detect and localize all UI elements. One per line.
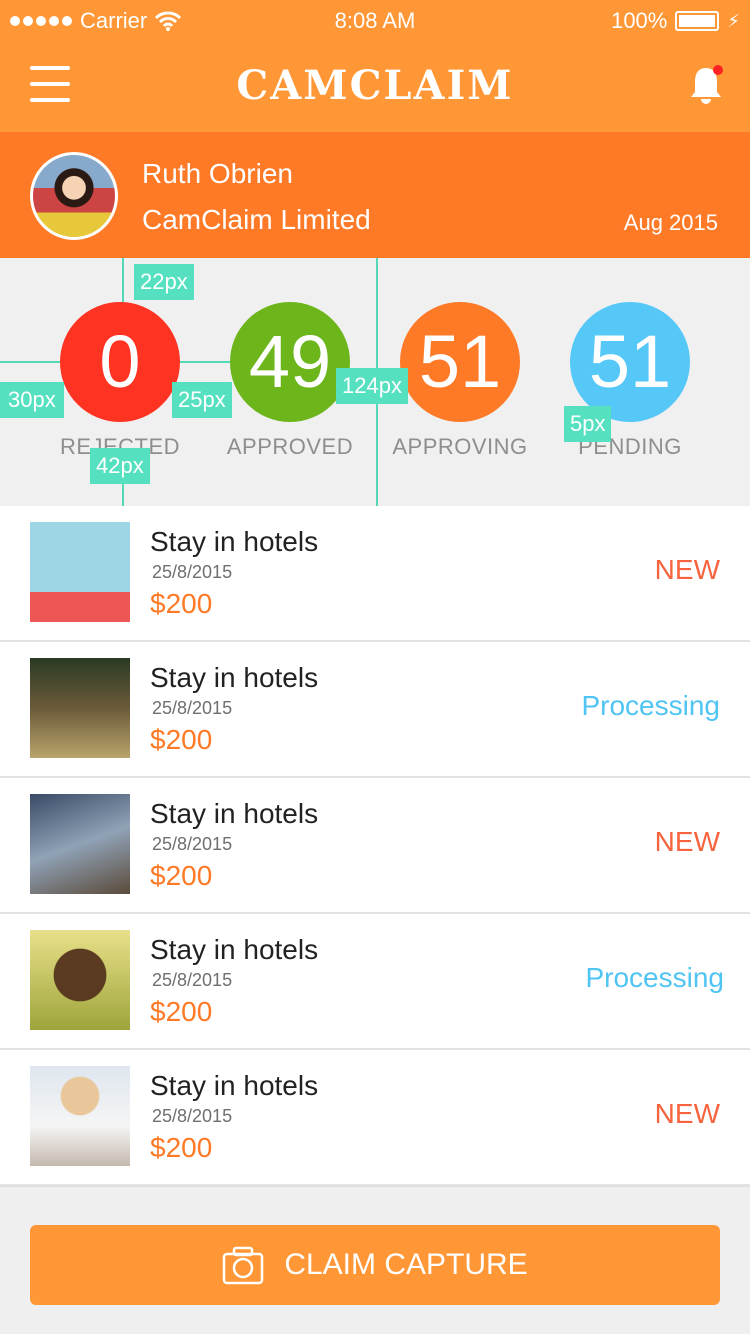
claim-date: 25/8/2015 bbox=[152, 1106, 233, 1126]
claim-title: Stay in hotels bbox=[150, 526, 319, 557]
claim-thumbnail bbox=[30, 1066, 130, 1166]
app-logo: CAMCLAIM bbox=[236, 62, 514, 109]
claim-date: 25/8/2015 bbox=[152, 834, 233, 854]
claim-amount: $200 bbox=[150, 860, 213, 891]
battery-icon bbox=[675, 11, 720, 31]
claim-title: Stay in hotels bbox=[150, 798, 319, 829]
claim-amount: $200 bbox=[150, 1132, 213, 1163]
nav-bar: CAMCLAIM bbox=[0, 40, 750, 132]
claim-status: Processing bbox=[585, 962, 724, 993]
claim-row[interactable]: Stay in hotels 25/8/2015 $200 NEW bbox=[0, 778, 750, 914]
claim-capture-button[interactable]: CLAIM CAPTURE bbox=[30, 1225, 720, 1305]
camera-icon bbox=[223, 1246, 264, 1285]
claim-thumbnail bbox=[30, 794, 130, 894]
claim-title: Stay in hotels bbox=[150, 934, 319, 965]
spec-tag: 5px bbox=[564, 406, 612, 442]
battery-percent: 100% bbox=[611, 8, 668, 33]
claim-row[interactable]: Stay in hotels 25/8/2015 $200 Processing bbox=[0, 642, 750, 778]
claim-status: Processing bbox=[581, 690, 720, 721]
spec-tag: 42px bbox=[90, 448, 150, 484]
spec-tag: 25px bbox=[172, 382, 232, 418]
claim-thumbnail bbox=[30, 658, 130, 758]
claim-amount: $200 bbox=[150, 724, 213, 755]
claim-date: 25/8/2015 bbox=[152, 562, 233, 582]
charging-icon: ⚡ bbox=[727, 10, 740, 31]
profile-company: CamClaim Limited bbox=[142, 204, 371, 235]
spec-line bbox=[0, 361, 60, 363]
avatar[interactable] bbox=[30, 152, 118, 240]
claim-thumbnail bbox=[30, 930, 130, 1030]
claim-title: Stay in hotels bbox=[150, 662, 319, 693]
claim-row[interactable]: Stay in hotels 25/8/2015 $200 NEW bbox=[0, 1050, 750, 1186]
claim-amount: $200 bbox=[150, 996, 213, 1027]
claim-status: NEW bbox=[654, 826, 720, 857]
stat-approved-circle[interactable]: 49 bbox=[230, 302, 350, 422]
claim-status: NEW bbox=[654, 554, 720, 585]
profile-name: Ruth Obrien bbox=[142, 158, 293, 189]
claim-amount: $200 bbox=[150, 588, 213, 619]
header: Carrier 8:08 AM 100% ⚡ CAMCLAIM bbox=[0, 0, 750, 132]
stats-panel: 0 49 51 51 REJECTED APPROVED APPROVING P… bbox=[0, 258, 750, 506]
claim-date: 25/8/2015 bbox=[152, 970, 233, 990]
spec-tag: 22px bbox=[134, 264, 194, 300]
claim-row[interactable]: Stay in hotels 25/8/2015 $200 Processing bbox=[0, 914, 750, 1050]
status-bar: Carrier 8:08 AM 100% ⚡ bbox=[0, 0, 750, 40]
stat-approved-label: APPROVED bbox=[226, 434, 354, 459]
stat-pending-circle[interactable]: 51 bbox=[570, 302, 690, 422]
bottom-bar: CLAIM CAPTURE bbox=[0, 1186, 750, 1334]
claim-date: 25/8/2015 bbox=[152, 698, 233, 718]
spec-tag: 30px bbox=[0, 382, 64, 418]
claim-status: NEW bbox=[654, 1098, 720, 1129]
profile-bar: Ruth Obrien CamClaim Limited Aug 2015 bbox=[0, 132, 750, 258]
spec-line bbox=[122, 258, 124, 302]
claim-thumbnail bbox=[30, 522, 130, 622]
stat-approving-label: APPROVING bbox=[392, 434, 528, 459]
stat-approving-circle[interactable]: 51 bbox=[400, 302, 520, 422]
notification-bell-icon[interactable] bbox=[688, 64, 724, 106]
profile-date: Aug 2015 bbox=[623, 210, 718, 235]
claim-capture-label: CLAIM CAPTURE bbox=[284, 1248, 528, 1281]
stat-rejected-circle[interactable]: 0 bbox=[60, 302, 180, 422]
claims-list: Stay in hotels 25/8/2015 $200 NEW Stay i… bbox=[0, 506, 750, 1186]
claim-title: Stay in hotels bbox=[150, 1070, 319, 1101]
spec-tag: 124px bbox=[336, 368, 408, 404]
spec-line bbox=[180, 361, 230, 363]
claim-row[interactable]: Stay in hotels 25/8/2015 $200 NEW bbox=[0, 506, 750, 642]
